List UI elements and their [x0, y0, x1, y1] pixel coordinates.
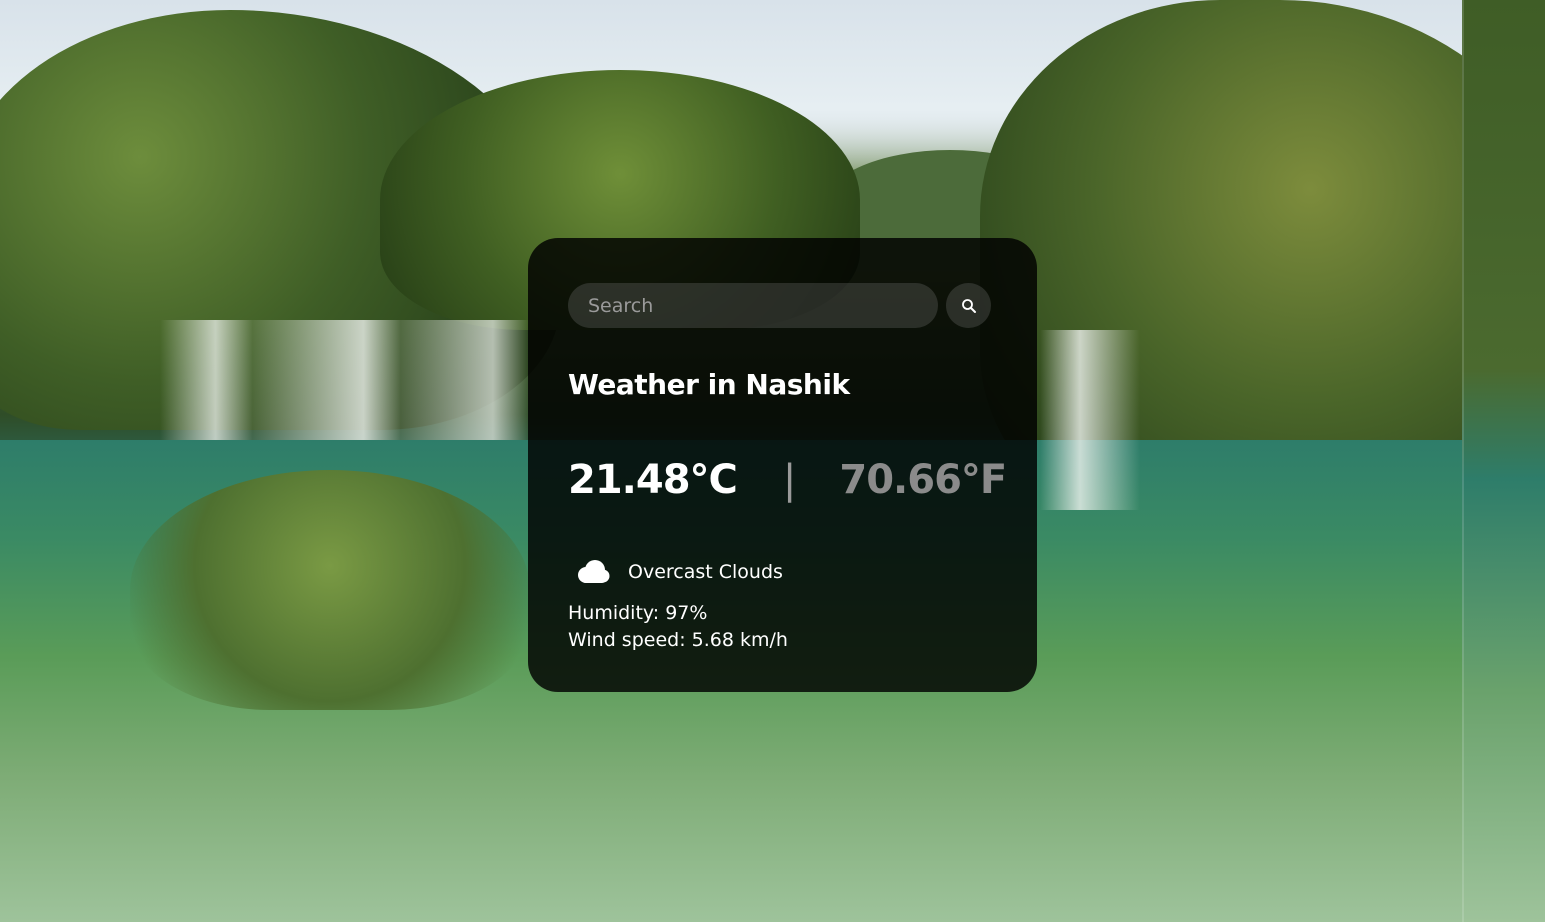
temperature-fahrenheit: 70.66°F [839, 456, 1007, 503]
condition-row: Overcast Clouds [568, 558, 997, 586]
background-waterfall-left [160, 320, 530, 440]
search-input[interactable] [568, 283, 938, 328]
background-repeat-strip [1462, 0, 1545, 922]
weather-details: Humidity: 97% Wind speed: 5.68 km/h [568, 600, 997, 654]
background-bush [130, 470, 530, 710]
temperature-row: 21.48°C | 70.66°F [568, 456, 1007, 503]
wind-speed-text: Wind speed: 5.68 km/h [568, 628, 788, 651]
background-waterfall-right [1040, 330, 1140, 510]
search-bar [568, 283, 997, 328]
search-icon [961, 298, 977, 314]
temperature-celsius: 21.48°C [568, 456, 738, 503]
city-title: Weather in Nashik [568, 368, 850, 401]
weather-card: Weather in Nashik 21.48°C | 70.66°F Over… [528, 238, 1037, 692]
search-button[interactable] [946, 283, 991, 328]
humidity-text: Humidity: 97% [568, 601, 708, 624]
temperature-separator: | [782, 456, 797, 503]
condition-text: Overcast Clouds [628, 560, 783, 583]
cloud-icon [572, 558, 612, 586]
